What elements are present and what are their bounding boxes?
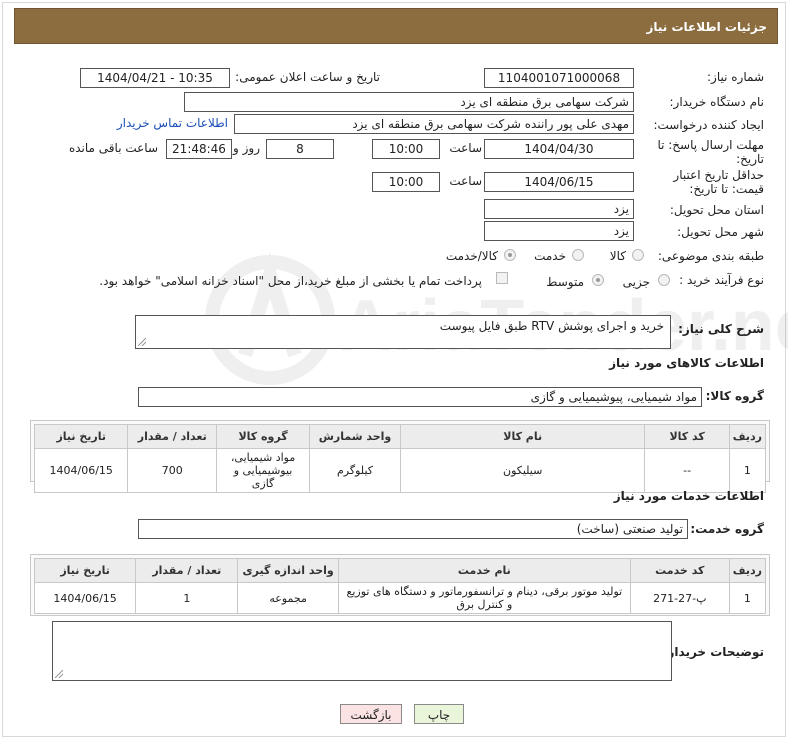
need-number-field: 1104001071000068 xyxy=(484,68,634,88)
back-button[interactable]: بازگشت xyxy=(340,704,402,724)
services-col-row: ردیف xyxy=(728,558,767,583)
deadline-label: مهلت ارسال پاسخ: تا تاریخ: xyxy=(657,138,764,166)
services-group-field: تولید صنعتی (ساخت) xyxy=(138,519,688,539)
page-title: جزئیات اطلاعات نیاز xyxy=(14,8,778,44)
services-section-title: اطلاعات خدمات مورد نیاز xyxy=(613,489,764,503)
deadline-date-field: 1404/04/30 xyxy=(484,139,634,159)
goods-group-label: گروه کالا: xyxy=(705,389,764,403)
goods-col-code: کد کالا xyxy=(644,424,730,449)
announce-field: 1404/04/21 - 10:35 xyxy=(80,68,230,88)
remaining-time-field: 21:48:46 xyxy=(166,139,232,159)
buyer-org-label: نام دستگاه خریدار: xyxy=(669,95,765,109)
validity-time-field: 10:00 xyxy=(372,172,440,192)
services-col-code: کد خدمت xyxy=(629,558,730,583)
category-label: طبقه بندی موضوعی: xyxy=(657,249,764,263)
resize-handle[interactable] xyxy=(138,338,146,346)
goods-table: ردیف کد کالا نام کالا واحد شمارش گروه کا… xyxy=(33,424,767,493)
announce-label: تاریخ و ساعت اعلان عمومی: xyxy=(235,70,380,84)
goods-group-field: مواد شیمیایی، پیوشیمیایی و گازی xyxy=(138,387,702,407)
process-option-medium: متوسط xyxy=(546,275,584,289)
services-cell-row: 1 xyxy=(728,582,767,614)
description-field: خرید و اجرای پوشش RTV طبق فایل پیوست xyxy=(135,315,671,349)
services-col-name: نام خدمت xyxy=(337,558,631,583)
goods-cell-group: مواد شیمیایی، بیوشیمیایی و گازی xyxy=(216,448,311,493)
description-text: خرید و اجرای پوشش RTV طبق فایل پیوست xyxy=(439,319,664,333)
goods-cell-date: 1404/06/15 xyxy=(33,448,129,493)
buyer-org-field: شرکت سهامی برق منطقه ای یزد xyxy=(184,92,634,112)
services-cell-code: پ-27-271 xyxy=(629,582,730,614)
description-label: شرح کلی نیاز: xyxy=(678,322,764,336)
treasury-payment-checkbox[interactable] xyxy=(496,272,508,284)
goods-section-title: اطلاعات کالاهای مورد نیاز xyxy=(609,356,764,370)
services-cell-date: 1404/06/15 xyxy=(33,582,137,614)
buyer-notes-field xyxy=(52,621,672,681)
goods-cell-unit: کیلوگرم xyxy=(309,448,401,493)
goods-table-header: ردیف کد کالا نام کالا واحد شمارش گروه کا… xyxy=(33,424,767,449)
buyer-notes-label: توضیحات خریدار: xyxy=(662,645,764,659)
process-radio-medium[interactable] xyxy=(592,274,604,286)
services-col-qty: تعداد / مقدار xyxy=(135,558,239,583)
province-label: استان محل تحویل: xyxy=(669,203,764,217)
services-cell-name: تولید موتور برقی، دینام و ترانسفورماتور … xyxy=(337,582,631,614)
city-field: یزد xyxy=(484,221,634,241)
creator-label: ایجاد کننده درخواست: xyxy=(653,118,764,132)
validity-time-label: ساعت xyxy=(449,174,482,188)
services-cell-qty: 1 xyxy=(135,582,239,614)
goods-col-unit: واحد شمارش xyxy=(309,424,401,449)
goods-col-row: ردیف xyxy=(728,424,767,449)
services-table: ردیف کد خدمت نام خدمت واحد اندازه گیری ت… xyxy=(33,558,767,614)
goods-col-group: گروه کالا xyxy=(216,424,311,449)
process-label: نوع فرآیند خرید : xyxy=(679,273,764,287)
goods-col-qty: تعداد / مقدار xyxy=(127,424,218,449)
services-col-unit: واحد اندازه گیری xyxy=(237,558,339,583)
category-radio-goods-service[interactable] xyxy=(504,249,516,261)
goods-cell-row: 1 xyxy=(728,448,767,493)
table-row: 1 -- سیلیکون کیلوگرم مواد شیمیایی، بیوشی… xyxy=(33,448,767,493)
province-field: یزد xyxy=(484,199,634,219)
services-cell-unit: مجموعه xyxy=(237,582,339,614)
process-option-minor: جزیی xyxy=(622,275,650,289)
category-radio-service[interactable] xyxy=(572,249,584,261)
category-option-goods-service: کالا/خدمت xyxy=(445,249,498,263)
category-option-service: خدمت xyxy=(534,249,566,263)
creator-field: مهدی علی پور راننده شرکت سهامی برق منطقه… xyxy=(234,114,634,134)
services-group-label: گروه خدمت: xyxy=(690,522,764,536)
days-count-field: 8 xyxy=(266,139,334,159)
validity-date-field: 1404/06/15 xyxy=(484,172,634,192)
category-radio-goods[interactable] xyxy=(632,249,644,261)
remaining-label: ساعت باقی مانده xyxy=(68,141,158,155)
category-option-goods: کالا xyxy=(609,249,626,263)
need-number-label: شماره نیاز: xyxy=(707,70,764,84)
validity-label: حداقل تاریخ اعتبار قیمت: تا تاریخ: xyxy=(673,168,764,196)
goods-cell-name: سیلیکون xyxy=(399,448,646,493)
print-button[interactable]: چاپ xyxy=(414,704,464,724)
goods-cell-code: -- xyxy=(644,448,730,493)
treasury-payment-note: پرداخت تمام یا بخشی از مبلغ خرید،از محل … xyxy=(99,274,482,288)
deadline-time-field: 10:00 xyxy=(372,139,440,159)
services-col-date: تاریخ نیاز xyxy=(33,558,137,583)
buyer-contact-link[interactable]: اطلاعات تماس خریدار xyxy=(117,116,228,130)
city-label: شهر محل تحویل: xyxy=(677,225,764,239)
goods-cell-qty: 700 xyxy=(127,448,218,493)
days-label: روز و xyxy=(233,141,260,155)
table-row: 1 پ-27-271 تولید موتور برقی، دینام و ترا… xyxy=(33,582,767,614)
process-radio-minor[interactable] xyxy=(658,274,670,286)
deadline-time-label: ساعت xyxy=(449,141,482,155)
resize-handle[interactable] xyxy=(55,670,63,678)
goods-col-name: نام کالا xyxy=(399,424,646,449)
services-table-header: ردیف کد خدمت نام خدمت واحد اندازه گیری ت… xyxy=(33,558,767,583)
goods-col-date: تاریخ نیاز xyxy=(33,424,129,449)
